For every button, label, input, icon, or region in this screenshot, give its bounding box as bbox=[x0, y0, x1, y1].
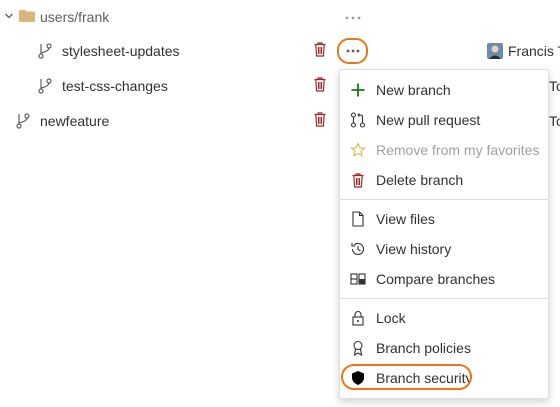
branch-row[interactable]: stylesheet-updates Francis To bbox=[0, 34, 560, 68]
branch-name[interactable]: test-css-changes bbox=[62, 77, 168, 95]
avatar bbox=[487, 43, 503, 59]
folder-label: users/frank bbox=[40, 9, 110, 25]
compare-icon bbox=[350, 271, 366, 287]
trash-icon[interactable] bbox=[314, 42, 326, 57]
file-icon bbox=[350, 211, 366, 227]
star-icon bbox=[350, 142, 366, 158]
folder-row[interactable]: users/frank bbox=[0, 0, 560, 34]
more-options-icon bbox=[346, 49, 360, 53]
trash-icon[interactable] bbox=[314, 77, 326, 92]
menu-item-label: View history bbox=[376, 241, 452, 257]
menu-item-new-pull-request[interactable]: New pull request bbox=[340, 105, 548, 135]
folder-icon bbox=[19, 9, 35, 23]
menu-item-remove-favorite[interactable]: Remove from my favorites bbox=[340, 135, 548, 165]
menu-item-label: View files bbox=[376, 211, 435, 227]
menu-item-delete-branch[interactable]: Delete branch bbox=[340, 165, 548, 195]
branch-icon bbox=[38, 78, 52, 94]
menu-item-label: New branch bbox=[376, 82, 451, 98]
menu-item-lock[interactable]: Lock bbox=[340, 303, 548, 333]
history-icon bbox=[350, 241, 366, 257]
branch-name[interactable]: newfeature bbox=[40, 112, 109, 130]
policy-ribbon-icon bbox=[350, 340, 366, 357]
author-name: To bbox=[549, 113, 560, 129]
plus-icon bbox=[350, 82, 366, 98]
branch-context-menu: New branch New pull request Remove from … bbox=[339, 69, 549, 399]
menu-item-label: Compare branches bbox=[376, 271, 496, 287]
menu-item-label: Delete branch bbox=[376, 172, 464, 188]
pull-request-icon bbox=[350, 112, 366, 128]
menu-item-view-files[interactable]: View files bbox=[340, 204, 548, 234]
more-options-icon[interactable] bbox=[345, 16, 361, 20]
menu-item-label: Remove from my favorites bbox=[376, 142, 540, 158]
menu-item-label: New pull request bbox=[376, 112, 481, 128]
trash-icon bbox=[350, 172, 366, 188]
branch-icon bbox=[16, 113, 30, 129]
menu-item-new-branch[interactable]: New branch bbox=[340, 75, 548, 105]
menu-item-compare-branches[interactable]: Compare branches bbox=[340, 264, 548, 294]
menu-divider bbox=[340, 199, 548, 200]
chevron-down-icon[interactable] bbox=[4, 11, 14, 21]
menu-item-label: Branch policies bbox=[376, 340, 471, 356]
author-name: Francis To bbox=[508, 43, 560, 59]
menu-item-label: Lock bbox=[376, 310, 406, 326]
menu-divider bbox=[340, 298, 548, 299]
author-name: To bbox=[549, 78, 560, 94]
branch-icon bbox=[38, 43, 52, 59]
trash-icon[interactable] bbox=[314, 112, 326, 127]
menu-item-view-history[interactable]: View history bbox=[340, 234, 548, 264]
more-options-button[interactable] bbox=[337, 38, 368, 64]
lock-icon bbox=[350, 310, 366, 326]
menu-item-branch-policies[interactable]: Branch policies bbox=[340, 333, 548, 363]
branch-name[interactable]: stylesheet-updates bbox=[62, 42, 180, 60]
branch-security-highlight bbox=[341, 364, 472, 390]
